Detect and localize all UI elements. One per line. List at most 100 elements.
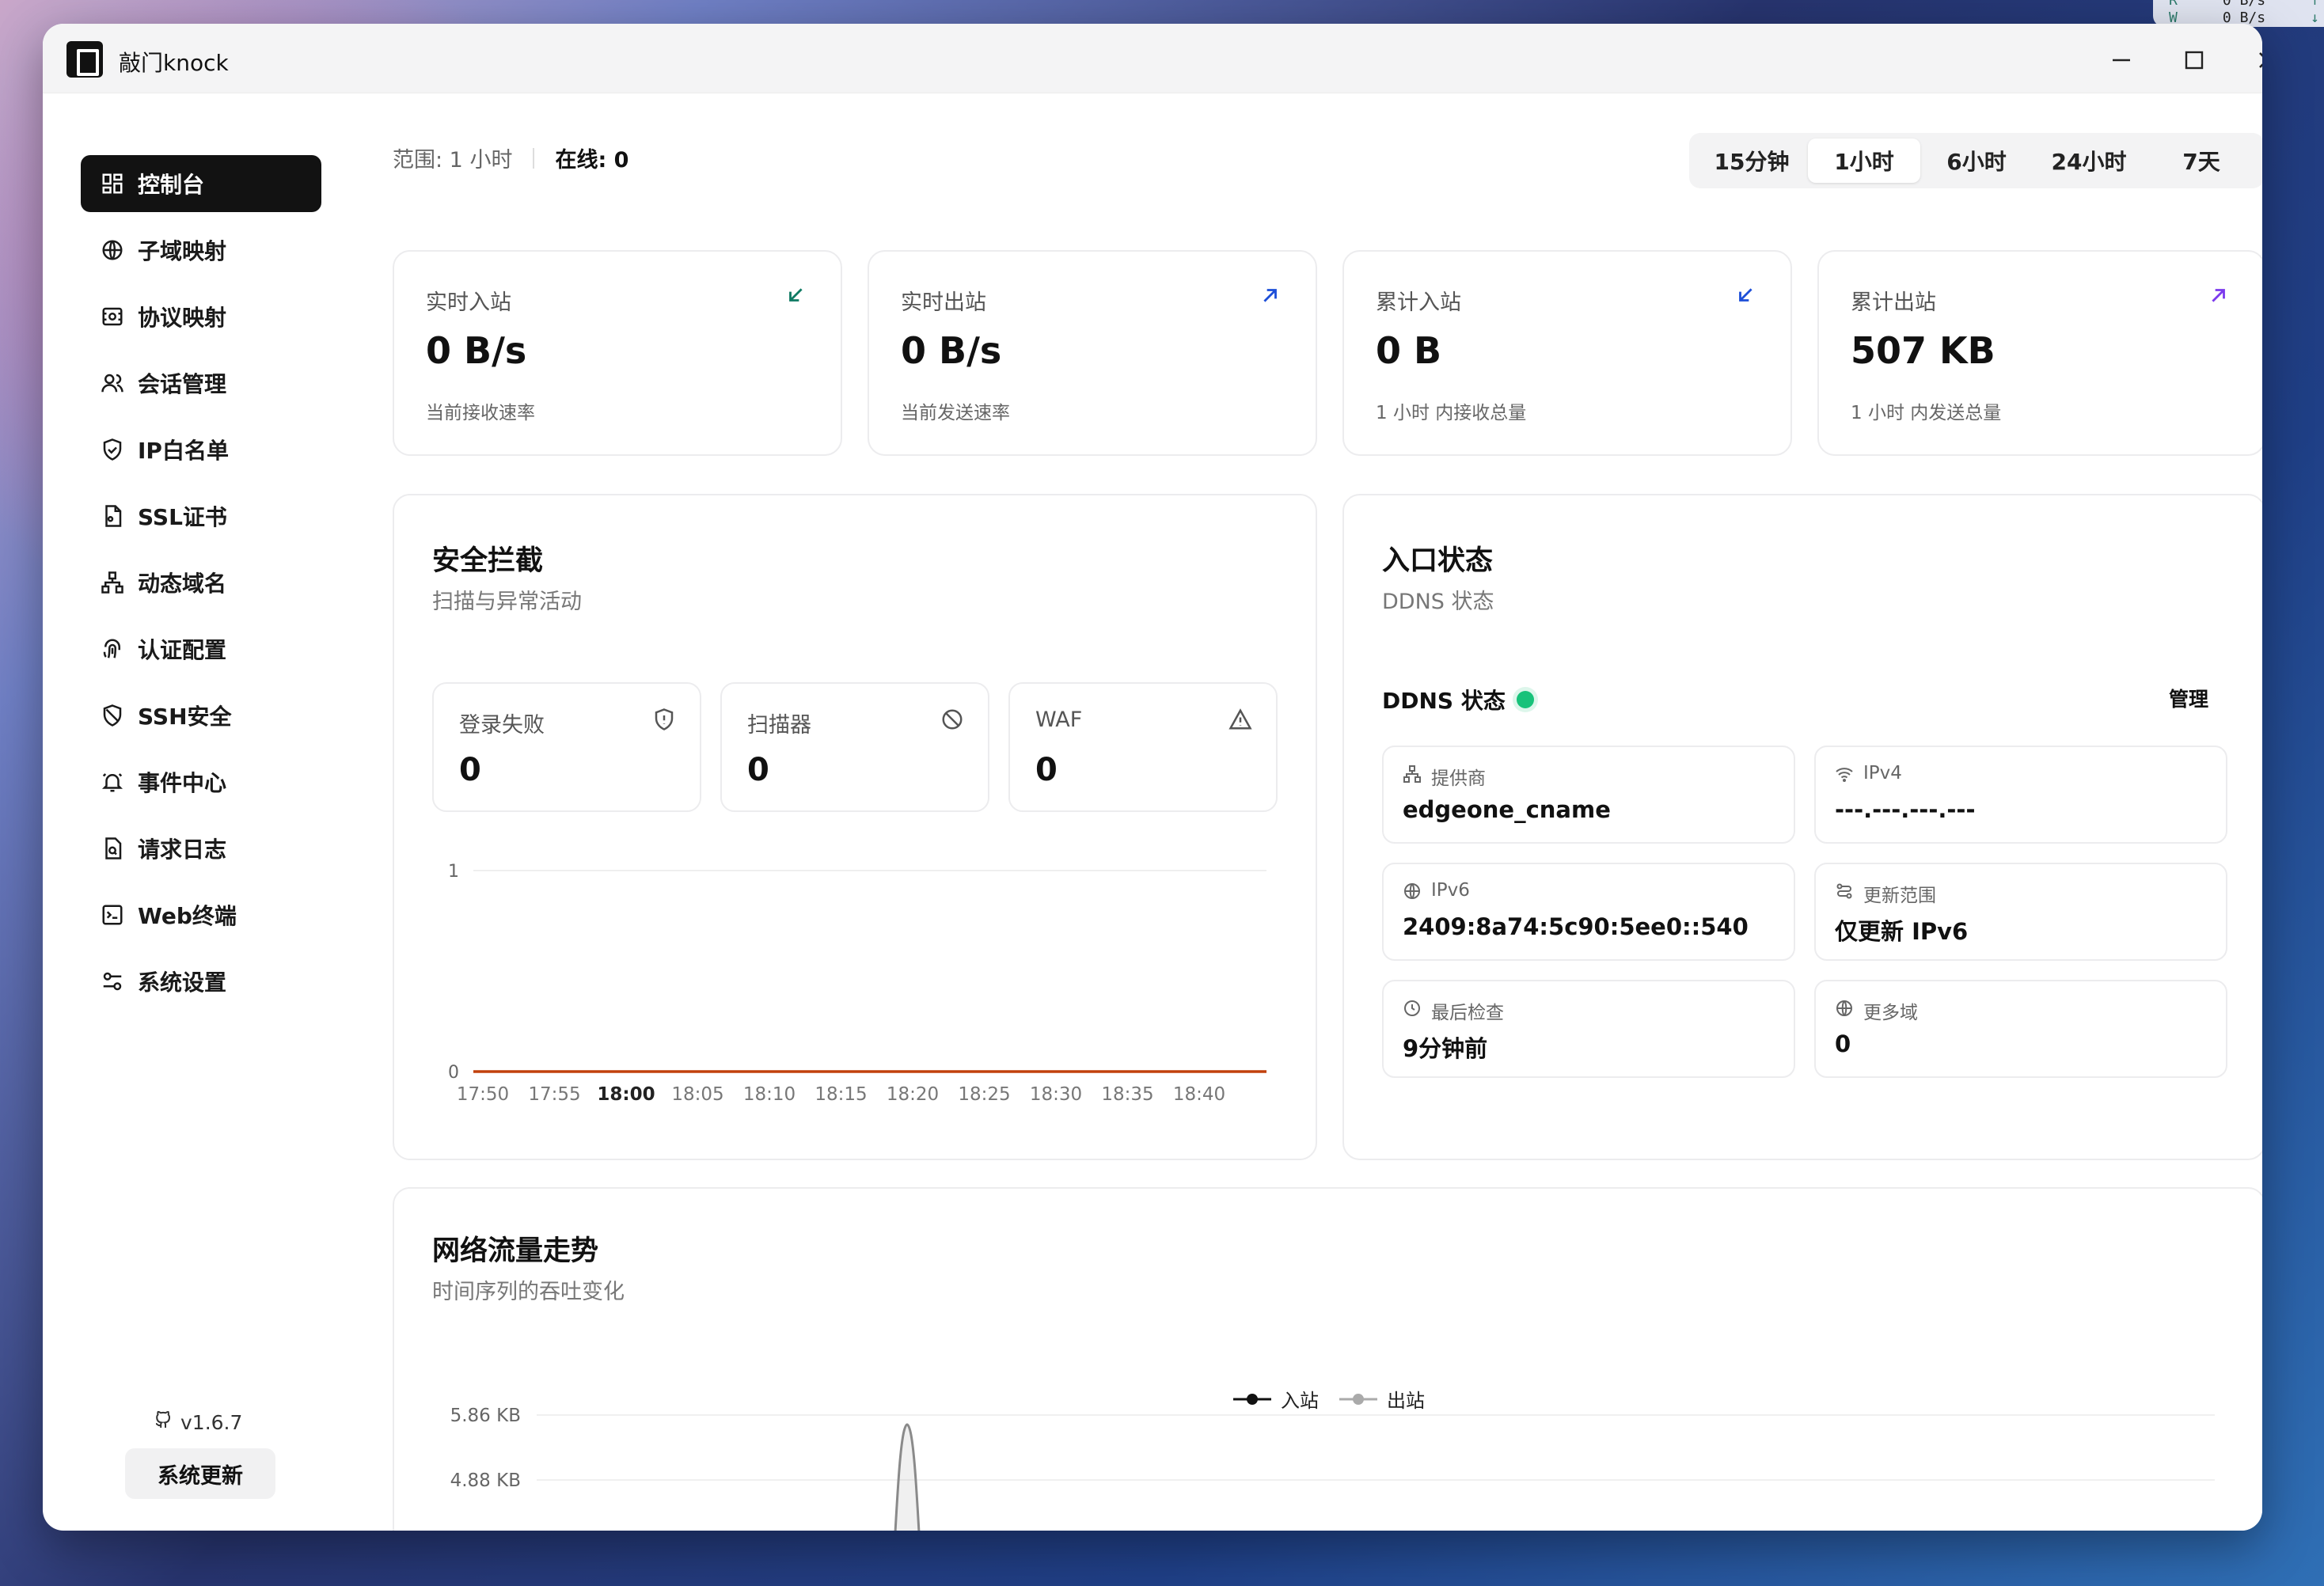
- last-check-field: 最后检查 9分钟前: [1382, 980, 1795, 1078]
- y-tick-label: 1: [448, 862, 459, 882]
- field-value: 0: [1835, 1030, 1851, 1057]
- shield-off-icon: [100, 703, 125, 728]
- field-label: 更新范围: [1863, 886, 1936, 906]
- manage-button[interactable]: 管理: [2169, 684, 2208, 712]
- sidebar-item-web-terminal[interactable]: Web终端: [81, 886, 321, 943]
- range-7d-button[interactable]: 7天: [2145, 138, 2258, 183]
- field-value: 仅更新 IPv6: [1835, 918, 1969, 945]
- tray-read-rate: 0 B/s: [2222, 0, 2266, 9]
- sidebar-item-system-settings[interactable]: 系统设置: [81, 953, 321, 1010]
- arrow-down-left-icon: [1739, 288, 1752, 302]
- certificate-icon: [100, 503, 125, 529]
- sidebar-item-label: SSH安全: [138, 704, 232, 730]
- protocol-icon: [100, 304, 125, 329]
- github-icon: [154, 1410, 173, 1434]
- ipv4-field: IPv4 ---.---.---.---: [1814, 746, 2227, 844]
- more-domains-field: 更多域 0: [1814, 980, 2227, 1078]
- sidebar-item-label: 控制台: [138, 172, 205, 198]
- stat-desc: 1 小时 内发送总量: [1851, 403, 2002, 423]
- entry-status-card: 入口状态 DDNS 状态 DDNS 状态 管理 提供商 edgeone_cnam…: [1342, 494, 2262, 1160]
- field-label: IPv4: [1863, 763, 1902, 784]
- traffic-trend-card: 网络流量走势 时间序列的吞吐变化 入站 出站 5.86 KB 4.88 KB 3.9…: [393, 1187, 2262, 1531]
- sidebar-item-ddns[interactable]: 动态域名: [81, 554, 321, 611]
- app-title: 敲门knock: [119, 50, 229, 76]
- security-line-chart: 0 1 17:50 17:55 18:00 18:05 18:10 18:15 18:20 18:…: [448, 862, 1266, 1105]
- sidebar-item-label: 事件中心: [138, 770, 227, 796]
- field-label: 提供商: [1431, 768, 1486, 789]
- stat-value: 507 KB: [1851, 329, 1996, 372]
- wifi-icon: [1836, 768, 1853, 782]
- arrow-up-right-icon: [1263, 289, 1277, 302]
- upload-arrow-icon: ↑: [2311, 0, 2319, 9]
- sidebar-item-label: SSL证书: [138, 504, 227, 530]
- main-content: 范围: 1 小时 在线: 0 15分钟 1小时 6小时 24小时 7天 实时入站…: [351, 93, 2262, 1531]
- minimize-button[interactable]: [2098, 38, 2145, 82]
- maximize-icon: [2185, 51, 2204, 70]
- field-value: ---.---.---.---: [1835, 796, 1976, 823]
- sidebar-item-request-log[interactable]: 请求日志: [81, 820, 321, 877]
- settings-icon: [100, 969, 125, 994]
- sidebar-item-label: 协议映射: [138, 305, 227, 331]
- status-dot-icon: [1516, 691, 1534, 708]
- arrow-down-left-icon: [789, 288, 803, 302]
- sidebar-item-label: IP白名单: [138, 438, 229, 464]
- x-tick-label: 18:00: [597, 1084, 655, 1105]
- fingerprint-icon: [100, 636, 125, 662]
- stat-label: 累计出站: [1851, 290, 1936, 315]
- stat-label: 累计入站: [1376, 290, 1461, 315]
- sidebar-item-sessions[interactable]: 会话管理: [81, 355, 321, 412]
- stat-desc: 当前发送速率: [901, 403, 1010, 423]
- stat-desc: 1 小时 内接收总量: [1376, 403, 1527, 423]
- range-1h-button[interactable]: 1小时: [1808, 138, 1920, 183]
- field-label: 最后检查: [1431, 1003, 1504, 1023]
- sidebar-item-label: 认证配置: [138, 637, 227, 663]
- shield-check-icon: [100, 437, 125, 462]
- range-15min-button[interactable]: 15分钟: [1696, 138, 1808, 183]
- sidebar-item-ip-whitelist[interactable]: IP白名单: [81, 421, 321, 478]
- sidebar-item-ssh-security[interactable]: SSH安全: [81, 687, 321, 744]
- online-count: 在线: 0: [555, 148, 629, 173]
- x-tick-label: 17:50: [457, 1084, 509, 1105]
- x-tick-label: 18:30: [1030, 1084, 1082, 1105]
- globe-icon: [100, 237, 125, 263]
- sidebar-item-label: 系统设置: [138, 969, 227, 996]
- sidebar-item-label: 子域映射: [138, 238, 227, 264]
- arrow-up-right-icon: [2212, 289, 2225, 302]
- dashboard-icon: [100, 171, 125, 196]
- version-label: v1.6.7: [180, 1410, 243, 1434]
- stat-label: 实时入站: [426, 290, 511, 315]
- range-summary: 范围: 1 小时 在线: 0: [393, 142, 628, 173]
- sidebar-item-auth-config[interactable]: 认证配置: [81, 620, 321, 677]
- sidebar-item-protocol-mapping[interactable]: 协议映射: [81, 288, 321, 345]
- network-icon: [1403, 765, 1421, 783]
- ipv6-field: IPv6 2409:8a74:5c90:5ee0::540: [1382, 863, 1795, 961]
- stat-value: 0 B/s: [426, 329, 527, 372]
- file-search-icon: [100, 836, 125, 861]
- stat-card-total-inbound: 累计入站 0 B 1 小时 内接收总量: [1342, 250, 1792, 456]
- minimize-icon: [2113, 59, 2130, 62]
- close-icon: [2259, 52, 2262, 68]
- sidebar-item-subdomain-mapping[interactable]: 子域映射: [81, 222, 321, 279]
- stat-desc: 当前接收速率: [426, 403, 535, 423]
- sidebar-item-ssl[interactable]: SSL证书: [81, 488, 321, 544]
- download-arrow-icon: ↓: [2311, 9, 2319, 26]
- close-button[interactable]: [2243, 38, 2262, 82]
- range-6h-button[interactable]: 6小时: [1920, 138, 2033, 183]
- stat-value: 0 B/s: [901, 329, 1002, 372]
- sidebar-item-label: Web终端: [138, 903, 237, 929]
- sidebar-item-label: 会话管理: [138, 371, 227, 397]
- maximize-button[interactable]: [2170, 38, 2218, 82]
- y-tick-label: 0: [448, 1063, 459, 1083]
- outbound-area: [894, 1423, 921, 1531]
- system-update-button[interactable]: 系统更新: [125, 1448, 275, 1499]
- sidebar-item-event-center[interactable]: 事件中心: [81, 753, 321, 810]
- ddns-status-header: DDNS 状态: [1382, 684, 1534, 715]
- sidebar-item-dashboard[interactable]: 控制台: [81, 155, 321, 212]
- range-24h-button[interactable]: 24小时: [2033, 138, 2145, 183]
- range-label: 范围: 1 小时: [393, 148, 513, 173]
- field-value: 9分钟前: [1403, 1035, 1488, 1062]
- entry-subtitle: DDNS 状态: [1382, 590, 1494, 614]
- x-tick-label: 18:35: [1101, 1084, 1153, 1105]
- route-icon: [1836, 883, 1852, 899]
- stat-value: 0 B: [1376, 329, 1442, 372]
